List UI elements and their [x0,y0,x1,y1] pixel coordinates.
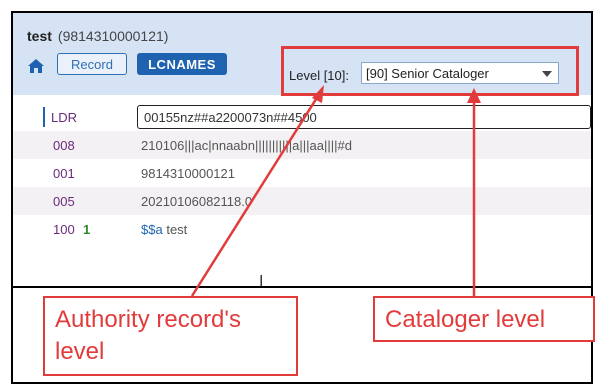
authority-level-callout: Authority record's level [43,296,298,376]
ldr-input[interactable]: 00155nz##a2200073n##4500 [137,105,591,129]
field-tag: LDR [43,107,79,127]
subfield-code: $$a [141,221,163,237]
field-tag: 005 [53,193,75,209]
field-tag: 100 [53,221,75,237]
field-value[interactable]: $$a test [141,222,187,237]
record-name: test [27,28,52,44]
field-tag: 001 [53,165,75,181]
field-indicator: 1 [83,221,91,237]
field-row-ldr[interactable]: LDR 00155nz##a2200073n##4500 [13,103,591,131]
field-value[interactable]: 210106|||ac|nnaabn|||||||||||a|||aa||||#… [141,138,352,153]
record-title: test (9814310000121) [27,28,168,44]
callout-text: Cataloger level [385,306,546,333]
record-id: (9814310000121) [57,28,169,44]
field-row-008[interactable]: 008 210106|||ac|nnaabn|||||||||||a|||aa|… [13,131,591,159]
field-row-001[interactable]: 001 9814310000121 [13,159,591,187]
callout-text: Authority record's level [55,306,241,365]
lcnames-button[interactable]: LCNAMES [137,53,227,75]
field-row-005[interactable]: 005 20210106082118.0 [13,187,591,215]
level-highlight-box [281,46,579,96]
cataloger-level-callout: Cataloger level [373,296,595,342]
field-value[interactable]: 20210106082118.0 [141,194,252,209]
subfield-value: test [166,221,188,237]
field-tag: 008 [53,137,75,153]
home-icon[interactable] [27,58,45,74]
text-cursor-icon: Ι [259,273,264,290]
field-value[interactable]: 9814310000121 [141,166,235,181]
field-row-100[interactable]: 100 1 $$a test [13,215,591,243]
record-button[interactable]: Record [57,53,127,75]
divider [11,286,593,288]
